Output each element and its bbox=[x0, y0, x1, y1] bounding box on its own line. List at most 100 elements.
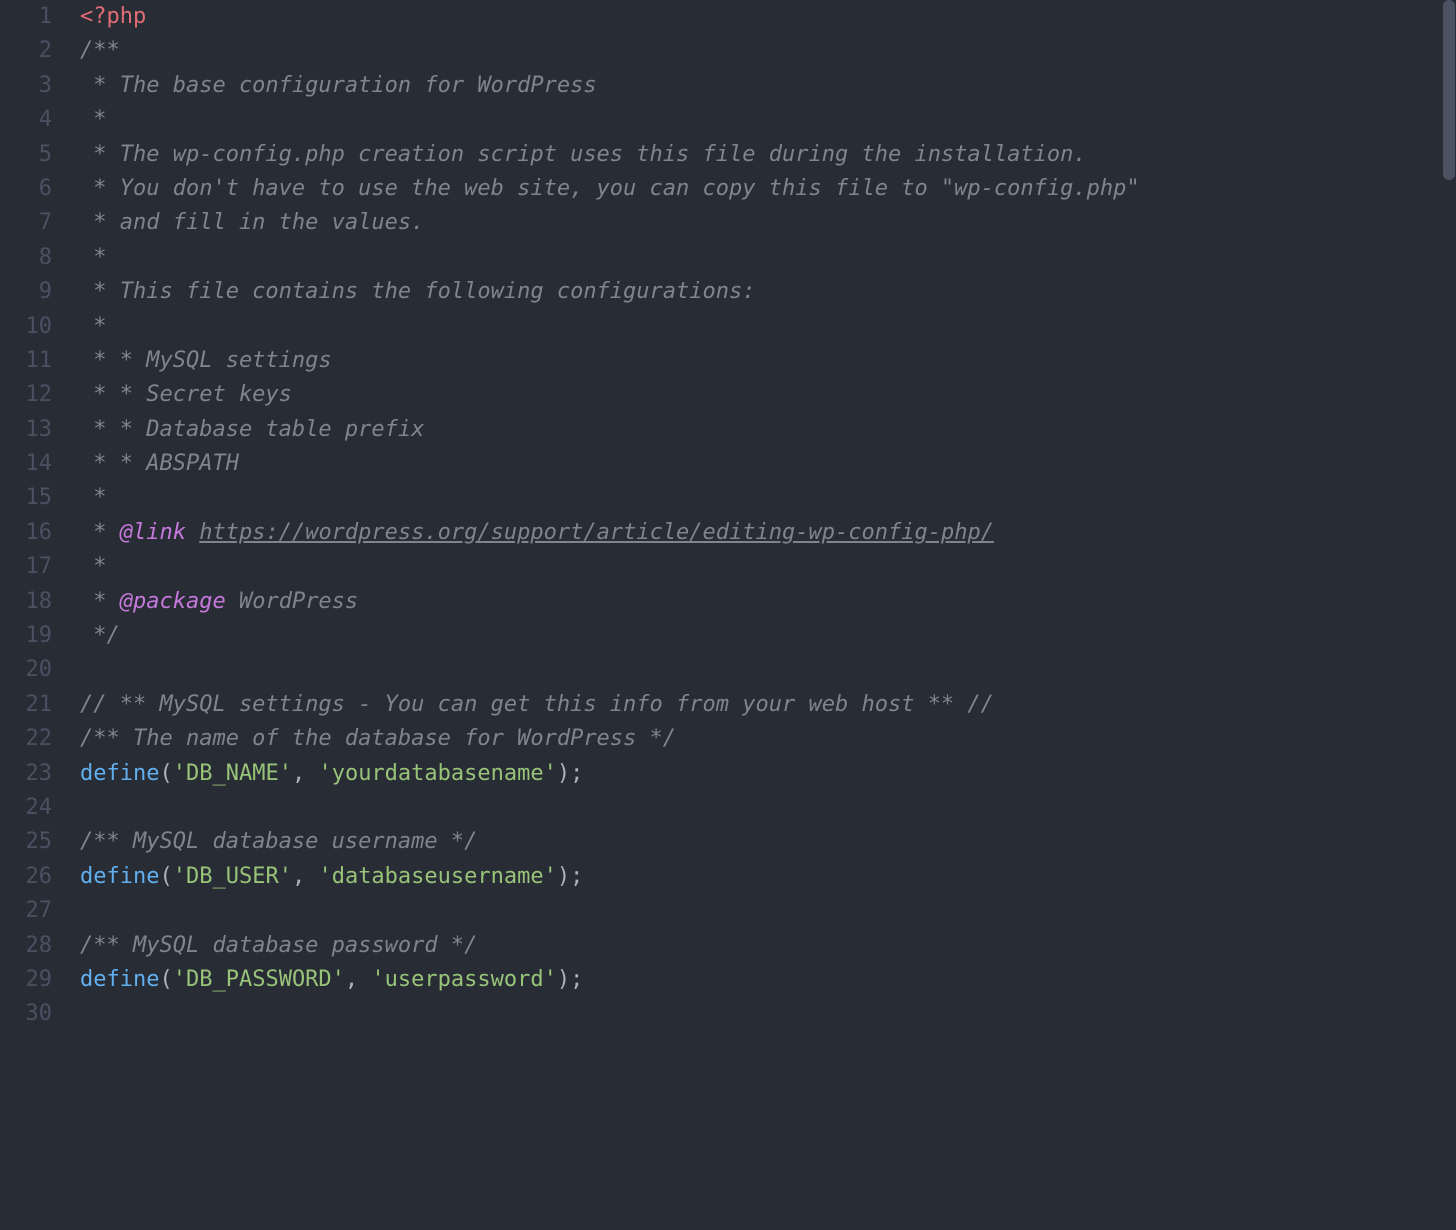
code-line[interactable] bbox=[80, 653, 1456, 687]
token-doctag: @link bbox=[120, 520, 186, 545]
token-string: 'DB_USER' bbox=[173, 864, 292, 889]
token-comment: /** MySQL database username */ bbox=[80, 829, 477, 854]
token-comment bbox=[186, 520, 199, 545]
line-number: 12 bbox=[0, 378, 52, 412]
code-area[interactable]: <?php /** * The base configuration for Wo… bbox=[70, 0, 1456, 1230]
code-line[interactable]: * @package WordPress bbox=[80, 585, 1456, 619]
token-string: 'DB_NAME' bbox=[173, 761, 292, 786]
token-comment: * bbox=[80, 485, 107, 510]
code-line[interactable]: * and fill in the values. bbox=[80, 206, 1456, 240]
token-string: 'userpassword' bbox=[371, 967, 556, 992]
code-line[interactable]: /** MySQL database username */ bbox=[80, 825, 1456, 859]
code-line[interactable] bbox=[80, 997, 1456, 1031]
code-line[interactable]: <?php bbox=[80, 0, 1456, 34]
line-number: 25 bbox=[0, 825, 52, 859]
scrollbar-thumb[interactable] bbox=[1443, 0, 1455, 180]
token-comment: * bbox=[80, 245, 107, 270]
code-line[interactable]: * * MySQL settings bbox=[80, 344, 1456, 378]
code-line[interactable]: * bbox=[80, 310, 1456, 344]
token-comment: * * Database table prefix bbox=[80, 417, 424, 442]
token-comment: * * MySQL settings bbox=[80, 348, 332, 373]
line-number: 14 bbox=[0, 447, 52, 481]
token-comment: * bbox=[80, 314, 107, 339]
line-number: 21 bbox=[0, 688, 52, 722]
token-punct: ( bbox=[159, 864, 172, 889]
code-line[interactable]: * bbox=[80, 241, 1456, 275]
code-line[interactable]: define('DB_NAME', 'yourdatabasename'); bbox=[80, 757, 1456, 791]
token-punct: , bbox=[292, 864, 319, 889]
code-line[interactable] bbox=[80, 894, 1456, 928]
code-line[interactable]: /** MySQL database password */ bbox=[80, 929, 1456, 963]
line-number: 17 bbox=[0, 550, 52, 584]
line-number: 10 bbox=[0, 310, 52, 344]
line-number: 13 bbox=[0, 413, 52, 447]
code-line[interactable] bbox=[80, 791, 1456, 825]
line-number: 5 bbox=[0, 138, 52, 172]
code-line[interactable]: */ bbox=[80, 619, 1456, 653]
token-func: define bbox=[80, 967, 159, 992]
line-number: 3 bbox=[0, 69, 52, 103]
line-number: 9 bbox=[0, 275, 52, 309]
code-line[interactable]: /** The name of the database for WordPre… bbox=[80, 722, 1456, 756]
line-number-gutter: 1234567891011121314151617181920212223242… bbox=[0, 0, 70, 1230]
token-comment: * The wp-config.php creation script uses… bbox=[80, 142, 1087, 167]
token-string: 'databaseusername' bbox=[318, 864, 556, 889]
token-comment: * and fill in the values. bbox=[80, 210, 424, 235]
token-punct: ( bbox=[159, 761, 172, 786]
line-number: 16 bbox=[0, 516, 52, 550]
line-number: 19 bbox=[0, 619, 52, 653]
token-comment: * * Secret keys bbox=[80, 382, 292, 407]
code-line[interactable]: * * ABSPATH bbox=[80, 447, 1456, 481]
code-line[interactable]: * The wp-config.php creation script uses… bbox=[80, 138, 1456, 172]
token-comment: * bbox=[80, 520, 120, 545]
token-comment: * * ABSPATH bbox=[80, 451, 239, 476]
code-line[interactable]: define('DB_PASSWORD', 'userpassword'); bbox=[80, 963, 1456, 997]
line-number: 1 bbox=[0, 0, 52, 34]
token-php-tag: <?php bbox=[80, 4, 146, 29]
code-line[interactable]: * You don't have to use the web site, yo… bbox=[80, 172, 1456, 206]
token-string: 'DB_PASSWORD' bbox=[173, 967, 345, 992]
code-line[interactable]: * The base configuration for WordPress bbox=[80, 69, 1456, 103]
line-number: 7 bbox=[0, 206, 52, 240]
vertical-scrollbar[interactable] bbox=[1442, 0, 1456, 1230]
token-comment: // ** MySQL settings - You can get this … bbox=[80, 692, 994, 717]
code-editor[interactable]: 1234567891011121314151617181920212223242… bbox=[0, 0, 1456, 1230]
token-comment: * bbox=[80, 107, 107, 132]
token-comment: * bbox=[80, 589, 120, 614]
token-comment: /** MySQL database password */ bbox=[80, 933, 477, 958]
token-comment: * You don't have to use the web site, yo… bbox=[80, 176, 1140, 201]
code-line[interactable]: // ** MySQL settings - You can get this … bbox=[80, 688, 1456, 722]
code-line[interactable]: * @link https://wordpress.org/support/ar… bbox=[80, 516, 1456, 550]
token-comment: * The base configuration for WordPress bbox=[80, 73, 597, 98]
line-number: 28 bbox=[0, 929, 52, 963]
line-number: 29 bbox=[0, 963, 52, 997]
code-line[interactable]: /** bbox=[80, 34, 1456, 68]
line-number: 8 bbox=[0, 241, 52, 275]
code-line[interactable]: * bbox=[80, 103, 1456, 137]
token-punct: ); bbox=[557, 761, 584, 786]
code-line[interactable]: * This file contains the following confi… bbox=[80, 275, 1456, 309]
token-doctag: @package bbox=[120, 589, 226, 614]
token-comment: * This file contains the following confi… bbox=[80, 279, 756, 304]
token-punct: ); bbox=[557, 967, 584, 992]
token-comment: */ bbox=[80, 623, 120, 648]
token-punct: ( bbox=[159, 967, 172, 992]
code-line[interactable]: * bbox=[80, 550, 1456, 584]
token-punct: , bbox=[345, 967, 372, 992]
token-func: define bbox=[80, 864, 159, 889]
token-comment: * bbox=[80, 554, 107, 579]
code-line[interactable]: define('DB_USER', 'databaseusername'); bbox=[80, 860, 1456, 894]
code-line[interactable]: * bbox=[80, 481, 1456, 515]
token-comment: /** The name of the database for WordPre… bbox=[80, 726, 676, 751]
token-comment: /** bbox=[80, 38, 120, 63]
line-number: 23 bbox=[0, 757, 52, 791]
line-number: 26 bbox=[0, 860, 52, 894]
token-string: 'yourdatabasename' bbox=[318, 761, 556, 786]
token-punct: ); bbox=[557, 864, 584, 889]
token-func: define bbox=[80, 761, 159, 786]
code-line[interactable]: * * Database table prefix bbox=[80, 413, 1456, 447]
code-line[interactable]: * * Secret keys bbox=[80, 378, 1456, 412]
line-number: 18 bbox=[0, 585, 52, 619]
line-number: 30 bbox=[0, 997, 52, 1031]
token-punct: , bbox=[292, 761, 319, 786]
